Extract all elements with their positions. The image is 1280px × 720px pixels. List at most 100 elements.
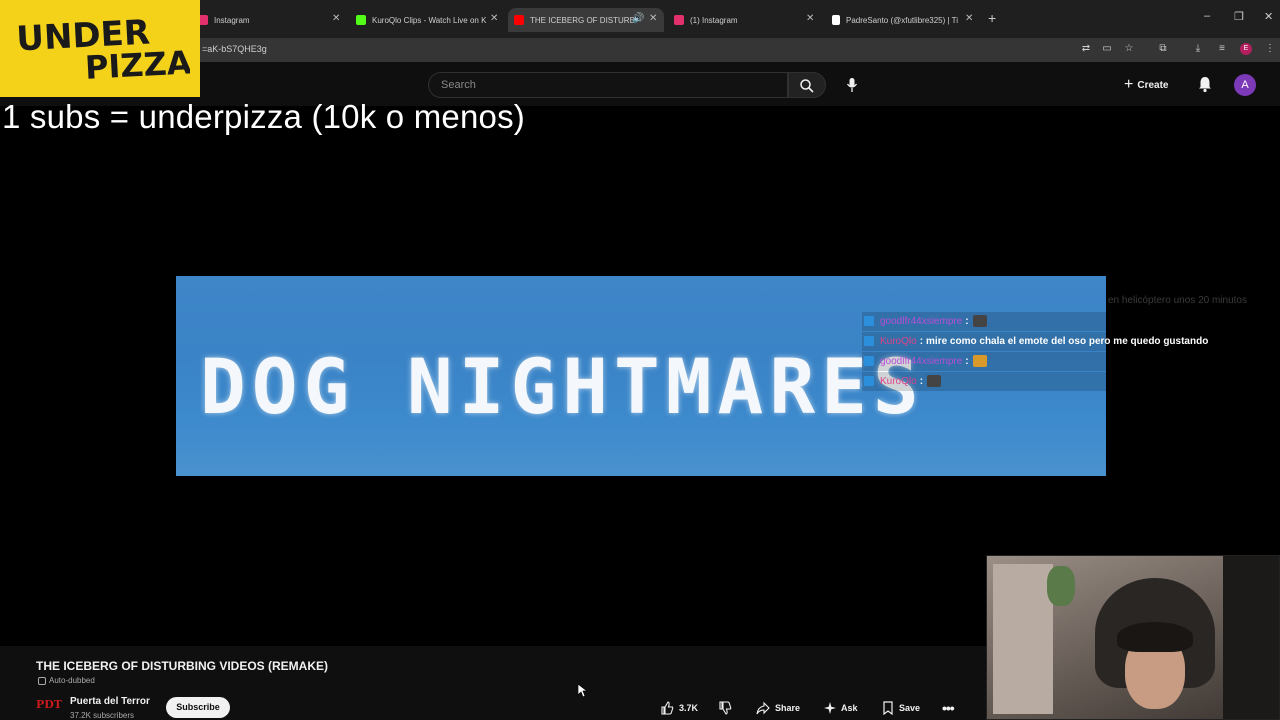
save-label: Save: [899, 702, 921, 713]
ask-label: Ask: [841, 702, 858, 713]
chat-separator: :: [965, 315, 969, 327]
chat-message: KuroQlo :: [862, 371, 1242, 391]
create-button[interactable]: + Create: [1124, 74, 1168, 96]
cast-icon[interactable]: ▭: [1101, 43, 1113, 55]
cam-wall: [993, 564, 1053, 714]
search-input[interactable]: Search: [428, 72, 788, 98]
restore-icon[interactable]: ❐: [1234, 10, 1244, 23]
chat-badge-icon: [864, 376, 874, 386]
tiktok-favicon-icon: [832, 15, 840, 25]
screen: Instagram ✕ KuroQlo Clips - Watch Live o…: [0, 0, 1280, 720]
streamer-webcam: [986, 555, 1280, 720]
emote-icon: [972, 355, 987, 367]
chat-badge-icon: [864, 336, 874, 346]
chat-username: KuroQlo: [880, 375, 917, 387]
search-button[interactable]: [788, 72, 826, 98]
logo-line2: PIZZA: [84, 43, 190, 82]
chat-message: KuroQlo : mire como chala el emote del o…: [862, 331, 1242, 351]
channel-subscriber-count: 37.2K subscribers: [70, 711, 135, 720]
underpizza-logo-mark: UNDER PIZZA: [15, 14, 190, 82]
search-placeholder: Search: [441, 79, 476, 91]
close-tab-icon[interactable]: ✕: [332, 13, 340, 24]
close-tab-icon[interactable]: ✕: [490, 13, 498, 24]
dub-icon: [38, 676, 46, 685]
close-window-icon[interactable]: ✕: [1264, 10, 1273, 23]
video-title: THE ICEBERG OF DISTURBING VIDEOS (REMAKE…: [36, 659, 329, 673]
save-button[interactable]: Save: [882, 697, 920, 718]
browser-profile-avatar[interactable]: E: [1240, 43, 1252, 55]
underpizza-logo: UNDER PIZZA: [0, 0, 200, 97]
youtube-favicon-icon: [514, 15, 524, 25]
tab-instagram[interactable]: Instagram ✕: [198, 8, 346, 32]
subscribe-button[interactable]: Subscribe: [166, 697, 230, 718]
ask-button[interactable]: Ask: [824, 697, 858, 718]
bookmark-star-icon[interactable]: ☆: [1123, 43, 1135, 55]
browser-menu-icon[interactable]: ⋮: [1264, 43, 1276, 55]
new-tab-button[interactable]: +: [988, 10, 996, 26]
cam-hair: [1117, 622, 1193, 652]
auto-dubbed-label: Auto-dubbed: [49, 676, 95, 685]
cam-plant: [1047, 566, 1075, 606]
more-actions-button[interactable]: •••: [942, 697, 955, 718]
tab-title: Instagram: [214, 15, 250, 25]
chat-username: goodlfr44xsiempre: [880, 355, 963, 367]
close-tab-icon[interactable]: ✕: [806, 13, 814, 24]
video-info-bar: THE ICEBERG OF DISTURBING VIDEOS (REMAKE…: [0, 646, 986, 720]
tab-title: THE ICEBERG OF DISTURBI: [530, 15, 638, 25]
microphone-icon: [846, 78, 858, 92]
chat-separator: :: [919, 375, 924, 387]
channel-logo[interactable]: PDT: [36, 698, 62, 720]
stream-overlay-text: 1 subs = underpizza (10k o menos): [2, 98, 525, 135]
auto-dubbed-badge: Auto-dubbed: [38, 676, 95, 685]
share-button[interactable]: Share: [756, 697, 800, 718]
close-tab-icon[interactable]: ✕: [649, 13, 657, 24]
tab-title: KuroQlo Clips - Watch Live on K: [372, 15, 487, 25]
url-field[interactable]: =aK-bS7QHE3g: [202, 44, 267, 54]
voice-search-button[interactable]: [838, 72, 866, 98]
thumbs-up-icon: [661, 700, 674, 715]
mouse-cursor-icon: [578, 684, 588, 698]
like-count: 3.7K: [679, 702, 699, 713]
chat-overlay: goodlfr44xsiempre : KuroQlo : mire como …: [862, 311, 1242, 391]
chat-text: mire como chala el emote del oso pero me…: [926, 335, 1209, 347]
chat-separator: :: [919, 335, 924, 347]
account-avatar[interactable]: A: [1234, 74, 1256, 96]
bookmark-icon: [883, 700, 893, 715]
video-frame-text: DOG NIGHTMARES: [200, 342, 925, 431]
share-label: Share: [775, 702, 801, 713]
chat-message: goodlfr44xsiempre :: [862, 311, 1242, 331]
tab-title: PadreSanto (@xfutlibre325) | Ti: [846, 15, 959, 25]
instagram-favicon-icon: [674, 15, 684, 25]
chat-badge-icon: [864, 356, 874, 366]
bear-emote-icon: [927, 375, 942, 387]
like-button[interactable]: 3.7K: [660, 697, 698, 718]
search-icon: [800, 79, 814, 93]
notifications-bell-icon[interactable]: [1196, 75, 1214, 93]
dislike-button[interactable]: [718, 697, 737, 718]
media-controls-icon[interactable]: ≡: [1216, 43, 1228, 55]
translate-icon[interactable]: ⇄: [1080, 43, 1092, 55]
faded-caption: en helicóptero unos 20 minutos: [1108, 295, 1247, 306]
share-icon: [756, 701, 770, 714]
extensions-icon[interactable]: ⧉: [1157, 43, 1169, 55]
tab-tiktok[interactable]: PadreSanto (@xfutlibre325) | Ti ✕: [832, 8, 978, 32]
minimize-icon[interactable]: –: [1204, 10, 1210, 22]
chat-message: goodlfr44xsiempre :: [862, 351, 1242, 371]
close-tab-icon[interactable]: ✕: [965, 13, 973, 24]
chat-separator: :: [965, 355, 969, 367]
bear-emote-icon: [972, 315, 987, 327]
tab-youtube-active[interactable]: THE ICEBERG OF DISTURBI 🔊 ✕: [508, 8, 664, 32]
chat-username: goodlfr44xsiempre: [880, 315, 963, 327]
channel-name[interactable]: Puerta del Terror: [70, 696, 150, 707]
kick-favicon-icon: [356, 15, 366, 25]
sparkle-icon: [824, 701, 836, 714]
more-dots-icon: •••: [942, 699, 955, 716]
download-icon[interactable]: ⤓: [1192, 43, 1204, 55]
tab-instagram-2[interactable]: (1) Instagram ✕: [674, 8, 820, 32]
audio-playing-icon[interactable]: 🔊: [632, 13, 644, 24]
thumbs-down-icon: [719, 700, 732, 715]
tab-title: (1) Instagram: [690, 15, 738, 25]
tab-kick[interactable]: KuroQlo Clips - Watch Live on K ✕: [356, 8, 502, 32]
chat-badge-icon: [864, 316, 874, 326]
chat-username: KuroQlo: [880, 335, 917, 347]
